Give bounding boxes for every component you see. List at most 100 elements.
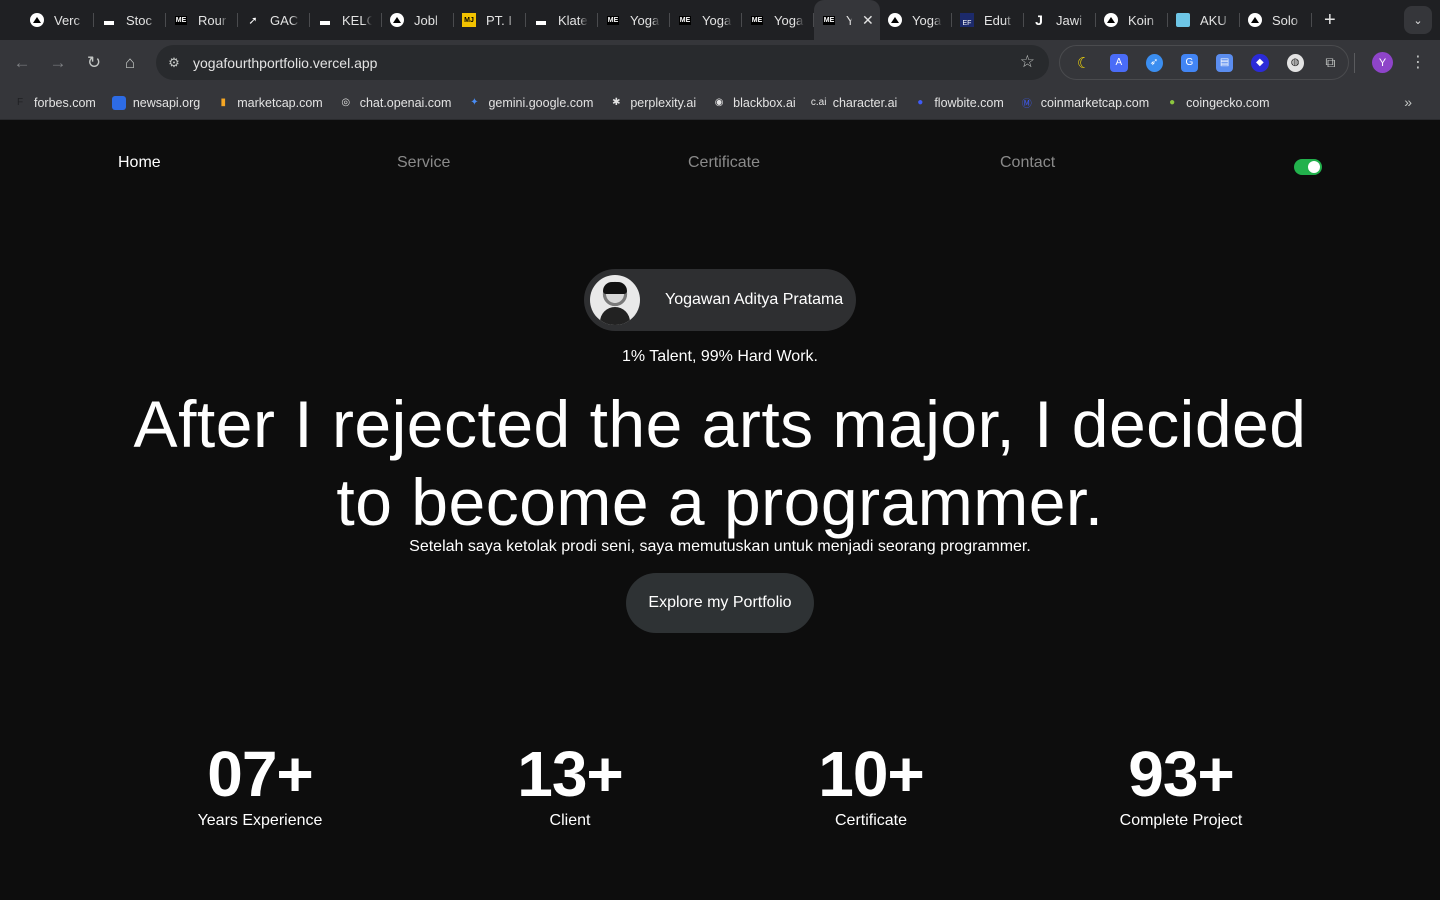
bookmark-favicon-icon: ▮ xyxy=(220,97,226,108)
bookmark-label: flowbite.com xyxy=(934,95,1004,110)
bookmark-favicon-icon: ✱ xyxy=(612,97,621,108)
browser-tab[interactable]: ME Y ✕ xyxy=(814,0,880,40)
tab-title: Yoga xyxy=(702,12,732,28)
nav-certificate[interactable]: Certificate xyxy=(688,154,760,172)
document-extension-icon[interactable]: ▤ xyxy=(1216,53,1234,72)
bar-icon xyxy=(318,13,332,27)
bookmark-item[interactable]: ✱ perplexity.ai xyxy=(609,96,696,110)
more-menu-icon[interactable]: ⋮ xyxy=(1408,50,1428,74)
triangle-icon xyxy=(390,13,404,27)
nav-contact[interactable]: Contact xyxy=(1000,154,1055,172)
translate-extension-icon[interactable]: A xyxy=(1110,53,1128,72)
bar-icon xyxy=(102,13,116,27)
bookmark-favicon-icon xyxy=(111,95,126,110)
me-icon: ME xyxy=(606,15,620,25)
bookmark-favicon-icon: Ⓜ xyxy=(1021,99,1032,110)
stat-value: 93+ xyxy=(1128,738,1235,810)
triangle-icon xyxy=(30,13,44,27)
browser-tab[interactable]: ME Yoga xyxy=(670,0,742,40)
bookmark-label: character.ai xyxy=(832,95,898,110)
tab-title: Rour xyxy=(198,12,227,28)
stat-label: Years Experience xyxy=(197,812,323,829)
bookmark-item[interactable]: Fforbes.com xyxy=(13,96,96,110)
tab-title: AKU xyxy=(1200,12,1227,28)
profile-avatar[interactable]: Y xyxy=(1372,52,1393,73)
back-button[interactable]: ← xyxy=(4,45,40,81)
bookmark-item[interactable]: c.ai character.ai xyxy=(811,95,898,110)
tab-title: Yoga xyxy=(630,12,660,28)
bookmark-favicon-icon: ● xyxy=(917,97,924,108)
tab-title: Verc xyxy=(54,12,81,28)
browser-tab[interactable]: ➚ GAC xyxy=(238,0,310,40)
mj-icon: MJ xyxy=(462,13,476,27)
tab-title: Koin xyxy=(1128,12,1155,28)
reload-icon: ↻ xyxy=(86,53,102,72)
bookmark-item[interactable]: ● flowbite.com xyxy=(913,95,1004,110)
theme-toggle[interactable] xyxy=(1294,159,1322,175)
puzzle-extensions-icon[interactable]: ⧉ xyxy=(1322,54,1339,72)
tab-title: PT. I xyxy=(486,12,513,28)
browser-tab[interactable]: ME Yoga xyxy=(742,0,814,40)
nav-home[interactable]: Home xyxy=(118,154,161,172)
portfolio-page: Home Service Certificate Contact Yogawan… xyxy=(0,120,1440,900)
browser-tab[interactable]: Klate xyxy=(526,0,598,40)
home-button[interactable]: ⌂ xyxy=(112,45,148,81)
browser-tab[interactable]: Koin xyxy=(1096,0,1168,40)
new-tab-button[interactable]: + xyxy=(1324,9,1336,32)
reload-button[interactable]: ↻ xyxy=(76,45,112,81)
bookmark-star-icon[interactable]: ☆ xyxy=(1020,52,1035,72)
url-text[interactable]: yogafourthportfolio.vercel.app xyxy=(193,55,377,71)
browser-tab[interactable]: KELC xyxy=(310,0,382,40)
bookmark-item[interactable]: ● coingecko.com xyxy=(1165,96,1269,110)
home-icon: ⌂ xyxy=(124,53,136,72)
more-bookmarks-icon[interactable]: » xyxy=(1404,94,1412,110)
bookmark-item[interactable]: Ⓜcoinmarketcap.com xyxy=(1020,96,1149,111)
browser-tab[interactable]: Verc xyxy=(22,0,94,40)
bookmark-item[interactable]: ◎ chat.openai.com xyxy=(339,96,451,110)
stat-label: Complete Project xyxy=(1119,812,1243,829)
me-icon: ME xyxy=(750,15,764,25)
address-bar[interactable]: ⚙ yogafourthportfolio.vercel.app ☆ xyxy=(156,45,1049,80)
shield-extension-icon[interactable]: ◆ xyxy=(1251,53,1269,72)
browser-tab[interactable]: Yoga xyxy=(880,0,952,40)
browser-tab[interactable]: Jobl xyxy=(382,0,454,40)
stat-certificate: 10+ Certificate xyxy=(741,736,1001,830)
browser-tab[interactable]: EF Edut xyxy=(952,0,1024,40)
bookmark-list: Fforbes.com newsapi.org ▮ marketcap.com ◎ cha… xyxy=(13,95,1286,111)
site-settings-icon[interactable]: ⚙ xyxy=(164,53,184,73)
stat-value: 13+ xyxy=(517,738,624,810)
chevron-down-icon: ⌄ xyxy=(1413,14,1423,27)
stat-complete-project: 93+ Complete Project xyxy=(1051,736,1311,830)
close-tab-icon[interactable]: ✕ xyxy=(862,12,874,29)
bookmark-item[interactable]: newsapi.org xyxy=(111,95,200,110)
image-icon xyxy=(1176,13,1190,27)
bookmark-label: coingecko.com xyxy=(1186,95,1270,110)
bookmark-favicon-icon: ◎ xyxy=(341,97,351,108)
browser-tab[interactable]: J Jawi xyxy=(1024,0,1096,40)
hero-headline: After I rejected the arts major, I decid… xyxy=(133,387,1307,539)
nav-service[interactable]: Service xyxy=(397,154,450,172)
bookmark-favicon-icon: ✦ xyxy=(470,97,479,108)
browser-tab[interactable]: AKU xyxy=(1168,0,1240,40)
browser-tab[interactable]: MJ PT. I xyxy=(454,0,526,40)
browser-tab[interactable]: ME Rour xyxy=(166,0,238,40)
stat-client: 13+ Client xyxy=(440,736,700,830)
bookmark-item[interactable]: ✦ gemini.google.com xyxy=(467,96,593,110)
browser-tab[interactable]: Solo xyxy=(1240,0,1312,40)
me-icon: ME xyxy=(678,15,692,25)
browser-tab[interactable]: Stoc xyxy=(94,0,166,40)
browser-tab[interactable]: ME Yoga xyxy=(598,0,670,40)
tab-search-button[interactable]: ⌄ xyxy=(1404,6,1432,34)
bookmark-item[interactable]: ◉ blackbox.ai xyxy=(712,96,796,110)
globe-extension-icon[interactable]: ◍ xyxy=(1286,53,1304,72)
dark-mode-extension-icon[interactable]: ☾ xyxy=(1075,54,1092,72)
forward-button[interactable]: → xyxy=(40,45,76,81)
tab-title: KELC xyxy=(342,12,372,28)
explore-portfolio-button[interactable]: Explore my Portfolio xyxy=(626,573,814,633)
bookmark-item[interactable]: ▮ marketcap.com xyxy=(216,96,322,110)
stat-label: Certificate xyxy=(834,812,908,829)
triangle-icon xyxy=(1248,13,1262,27)
tab-title: Y xyxy=(846,12,852,28)
compass-extension-icon[interactable]: ➶ xyxy=(1145,53,1163,72)
google-translate-extension-icon[interactable]: G xyxy=(1180,53,1198,72)
